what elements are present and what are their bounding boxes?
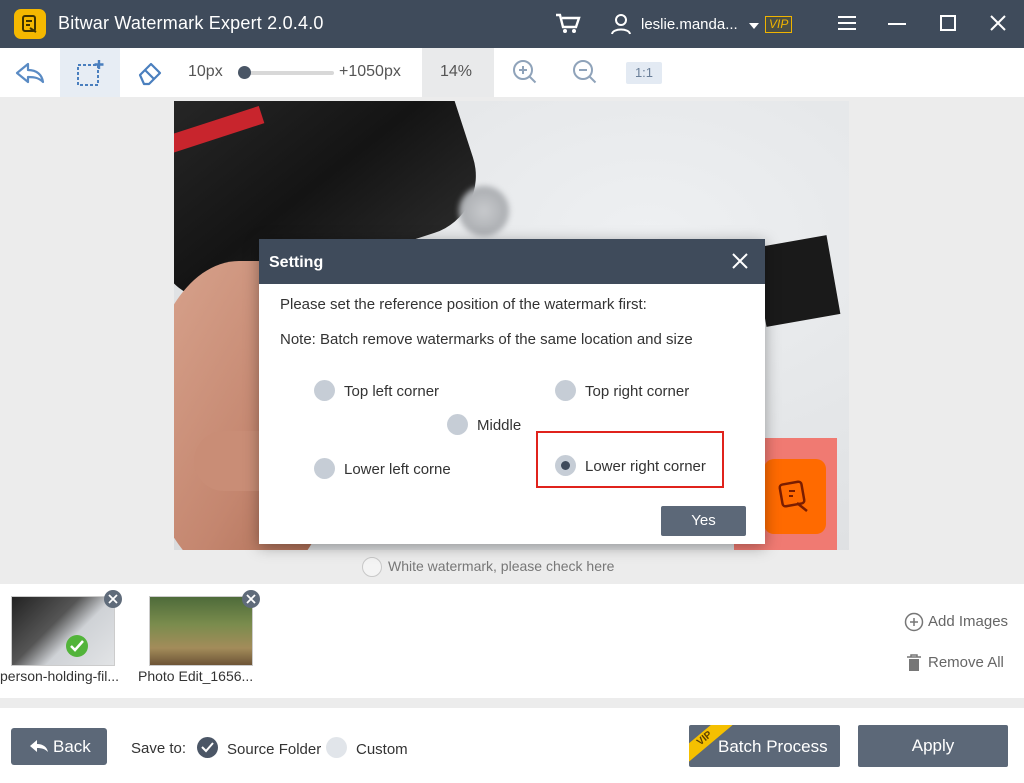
selection-tool-icon[interactable] [60,48,120,97]
remove-thumbnail-icon[interactable] [242,590,260,608]
app-logo-icon [14,9,46,39]
radio-middle[interactable] [447,414,468,435]
footer-bar: Back Save to: Source Folder Custom VIP B… [0,708,1024,783]
source-folder-label: Source Folder [227,741,322,758]
batch-process-label: Batch Process [718,737,828,756]
plus-circle-icon [904,612,924,632]
check-icon [66,635,88,657]
eraser-icon[interactable] [120,48,180,97]
selection-highlight [536,431,724,488]
back-label: Back [53,737,91,756]
photo-knob [459,186,509,236]
white-watermark-radio[interactable] [362,557,382,577]
radio-top-left[interactable] [314,380,335,401]
zoom-out-icon[interactable] [571,58,599,91]
brush-size-slider[interactable] [238,66,334,79]
custom-radio[interactable] [326,737,347,758]
add-images-button[interactable]: Add Images [904,612,1008,637]
user-icon[interactable] [610,13,632,40]
remove-thumbnail-icon[interactable] [104,590,122,608]
option-label: Lower left corne [344,461,451,478]
close-icon[interactable] [987,12,1011,36]
thumbnail-name: person-holding-fil... [0,668,120,684]
remove-all-label: Remove All [928,654,1004,671]
title-bar: Bitwar Watermark Expert 2.0.4.0 leslie.m… [0,0,1024,48]
username[interactable]: leslie.manda... [641,16,738,33]
thumbnail-1[interactable] [11,596,115,666]
zoom-level: 14% [440,63,473,80]
remove-all-button[interactable]: Remove All [906,654,1004,677]
trash-icon [907,654,921,671]
thumbnail-2[interactable] [149,596,253,666]
setting-dialog: Setting Please set the reference positio… [259,239,765,544]
yes-button[interactable]: Yes [661,506,746,536]
option-label: Top left corner [344,383,440,400]
add-images-label: Add Images [928,613,1009,630]
app-title: Bitwar Watermark Expert 2.0.4.0 [58,13,324,33]
actual-size-button[interactable]: 1:1 [626,62,662,84]
save-to-label: Save to: [131,740,187,757]
chevron-down-icon[interactable] [748,18,760,36]
watermark-logo-icon [764,459,826,534]
radio-lower-left[interactable] [314,458,335,479]
radio-top-right[interactable] [555,380,576,401]
back-button[interactable]: Back [11,728,107,765]
undo-icon[interactable] [0,48,60,97]
option-label: Middle [477,417,522,434]
thumbnail-strip: person-holding-fil... Photo Edit_1656... [0,584,1024,698]
apply-button[interactable]: Apply [858,725,1008,767]
dialog-instruction: Please set the reference position of the… [280,296,647,313]
slider-handle[interactable] [238,66,251,79]
white-watermark-label: White watermark, please check here [388,558,615,574]
dialog-note: Note: Batch remove watermarks of the sam… [280,331,693,348]
back-arrow-icon [30,740,48,752]
thumbnail-name: Photo Edit_1656... [138,668,254,684]
vip-badge[interactable]: VIP [765,16,793,33]
maximize-icon[interactable] [937,12,961,36]
dialog-header: Setting [259,239,765,284]
minimize-icon[interactable] [886,12,910,36]
source-folder-radio[interactable] [197,737,218,758]
dialog-close-icon[interactable] [730,251,750,271]
brush-size-min: 10px [188,63,223,80]
toolbar: 10px +1050px 14% [0,48,1024,97]
menu-icon[interactable] [836,12,860,36]
zoom-in-icon[interactable] [511,58,539,91]
option-label: Top right corner [585,383,690,400]
photo-film-strip [752,235,841,327]
custom-label: Custom [356,741,408,758]
dialog-title: Setting [269,254,324,271]
cart-icon[interactable] [555,13,581,40]
batch-process-button[interactable]: VIP Batch Process [689,725,840,767]
brush-size-max: +1050px [339,63,401,80]
